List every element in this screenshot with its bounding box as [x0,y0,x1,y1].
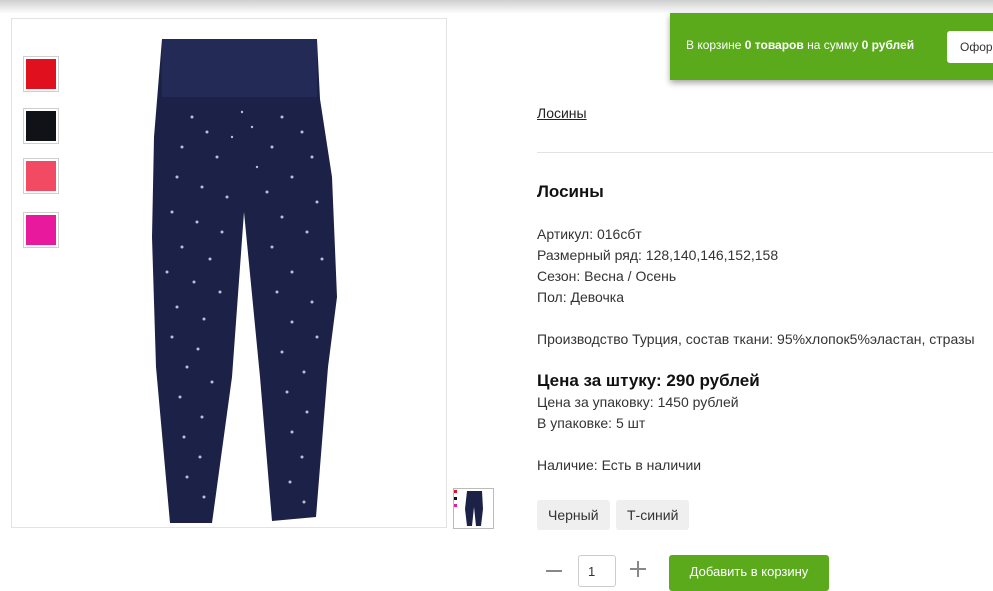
product-sizes: Размерный ряд: 128,140,146,152,158 [537,247,779,263]
product-article: Артикул: 016сбт [537,226,642,242]
availability: Наличие: Есть в наличии [537,457,702,473]
product-gender: Пол: Девочка [537,289,625,305]
swatch-red[interactable] [23,56,59,92]
red-swatch-icon [26,59,56,89]
cart-prefix: В корзине [686,38,745,52]
checkout-button[interactable]: Оформить [947,31,993,63]
quantity-decrease-icon[interactable] [545,560,563,578]
divider [537,152,993,153]
black-swatch-icon [26,111,56,141]
product-description: Производство Турция, состав ткани: 95%хл… [537,331,975,347]
product-thumbnail[interactable] [453,488,494,529]
thumbnail-image [454,490,483,526]
cart-notification-bar: В корзине 0 товаров на сумму 0 рублей Оф… [670,13,993,80]
product-season: Сезон: Весна / Осень [537,268,677,284]
price-per-item: Цена за штуку: 290 рублей [537,371,760,390]
cart-count: 0 товаров [744,38,804,52]
color-option-black[interactable]: Черный [537,500,610,530]
pack-quantity: В упаковке: 5 шт [537,415,646,431]
cart-sum: 0 рублей [861,38,915,52]
swatch-black[interactable] [23,108,59,144]
product-gallery [11,18,447,528]
product-image[interactable] [132,37,362,527]
add-to-cart-button[interactable]: Добавить в корзину [669,555,829,591]
price-per-pack: Цена за упаковку: 1450 рублей [537,394,739,410]
color-option-dark-blue[interactable]: Т-синий [616,500,690,530]
pink-swatch-icon [26,215,56,245]
coral-swatch-icon [26,161,56,191]
cart-summary: В корзине 0 товаров на сумму 0 рублей [686,38,914,52]
quantity-input[interactable] [578,555,616,587]
swatch-coral[interactable] [23,158,59,194]
quantity-increase-icon[interactable] [629,560,647,578]
top-shadow [0,0,993,14]
swatch-pink[interactable] [23,212,59,248]
breadcrumb-link[interactable]: Лосины [537,105,587,121]
product-title: Лосины [537,182,604,201]
cart-middle: на сумму [803,38,862,52]
